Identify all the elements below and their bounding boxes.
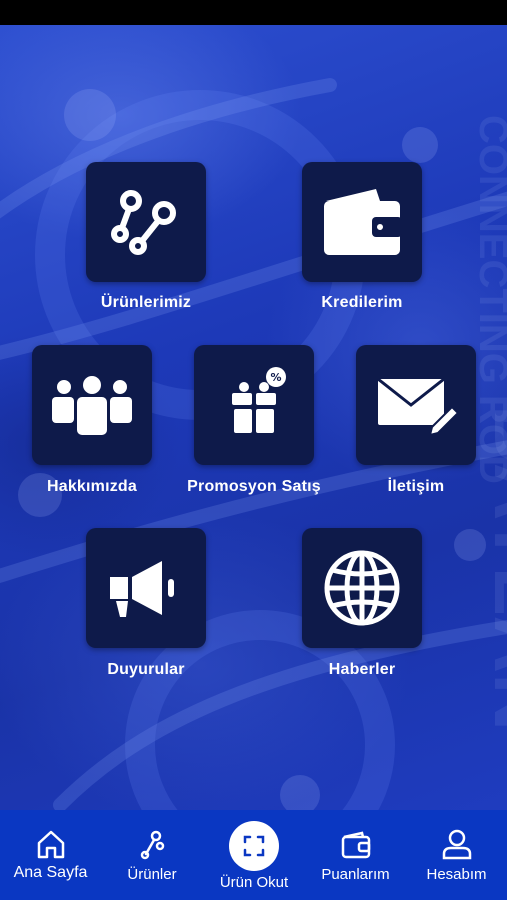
announcements-label: Duyurular	[107, 661, 185, 678]
team-icon	[52, 376, 132, 435]
promo-tile[interactable]: %	[194, 345, 314, 465]
about-tile[interactable]	[32, 345, 152, 465]
nav-home-label: Ana Sayfa	[13, 864, 88, 881]
svg-text:%: %	[270, 371, 281, 384]
credits-tile[interactable]	[302, 162, 422, 282]
bottom-navigation: Ana Sayfa Ürünler Ürün Okut Puanlarım He…	[0, 810, 507, 900]
mail-pen-icon	[377, 377, 458, 437]
gift-discount-icon: %	[232, 367, 286, 433]
nav-points-label: Puanlarım	[321, 866, 390, 883]
products-tile[interactable]	[86, 162, 206, 282]
nav-account[interactable]: Hesabım	[406, 810, 507, 900]
globe-icon	[324, 550, 400, 626]
news-label: Haberler	[328, 661, 396, 678]
status-bar	[0, 0, 507, 25]
nav-products[interactable]: Ürünler	[101, 810, 203, 900]
announcements-tile[interactable]	[86, 528, 206, 648]
wallet-icon	[341, 831, 370, 859]
nav-home[interactable]: Ana Sayfa	[0, 810, 101, 900]
wrench-icon	[140, 830, 165, 860]
connecting-rod-icon	[111, 190, 176, 255]
nav-scan[interactable]: Ürün Okut	[203, 810, 305, 900]
credits-label: Kredilerim	[321, 294, 403, 311]
user-icon	[442, 829, 471, 860]
news-tile[interactable]	[302, 528, 422, 648]
products-label: Ürünlerimiz	[100, 294, 192, 311]
nav-account-label: Hesabım	[426, 866, 487, 883]
home-icon	[37, 830, 64, 859]
scan-icon	[243, 835, 265, 857]
contact-label: İletişim	[387, 478, 445, 495]
megaphone-icon	[110, 561, 174, 617]
nav-points[interactable]: Puanlarım	[305, 810, 406, 900]
contact-tile[interactable]	[356, 345, 476, 465]
wallet-icon	[324, 189, 402, 255]
nav-products-label: Ürünler	[127, 866, 177, 883]
nav-scan-label: Ürün Okut	[219, 874, 289, 891]
svg-text:BAYLAN: BAYLAN	[478, 405, 507, 731]
